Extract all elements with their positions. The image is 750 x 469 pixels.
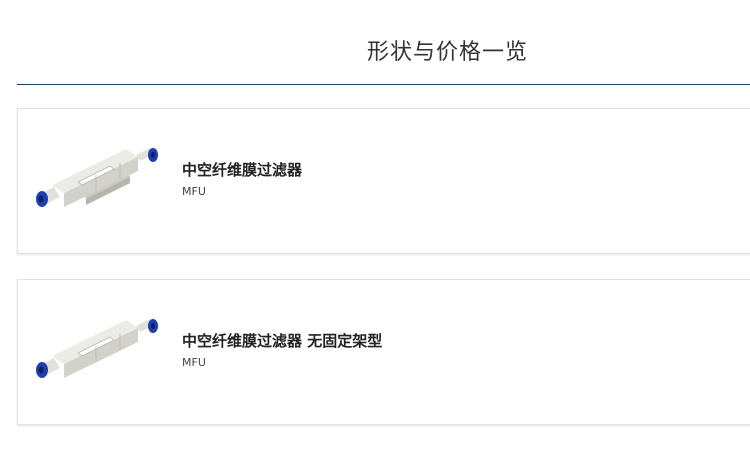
product-code: MFU [182,356,206,369]
product-image-filter-no-bracket[interactable] [30,306,160,386]
title-divider [17,84,750,85]
product-code: MFU [182,185,206,198]
product-name[interactable]: 中空纤维膜过滤器 [182,159,302,180]
product-name[interactable]: 中空纤维膜过滤器 无固定架型 [182,330,382,351]
product-card-mfu[interactable]: 中空纤维膜过滤器 MFU [17,108,750,254]
product-card-mfu-no-bracket[interactable]: 中空纤维膜过滤器 无固定架型 MFU [17,279,750,425]
page-title: 形状与价格一览 [366,40,528,65]
product-image-filter-with-bracket[interactable] [30,135,160,215]
